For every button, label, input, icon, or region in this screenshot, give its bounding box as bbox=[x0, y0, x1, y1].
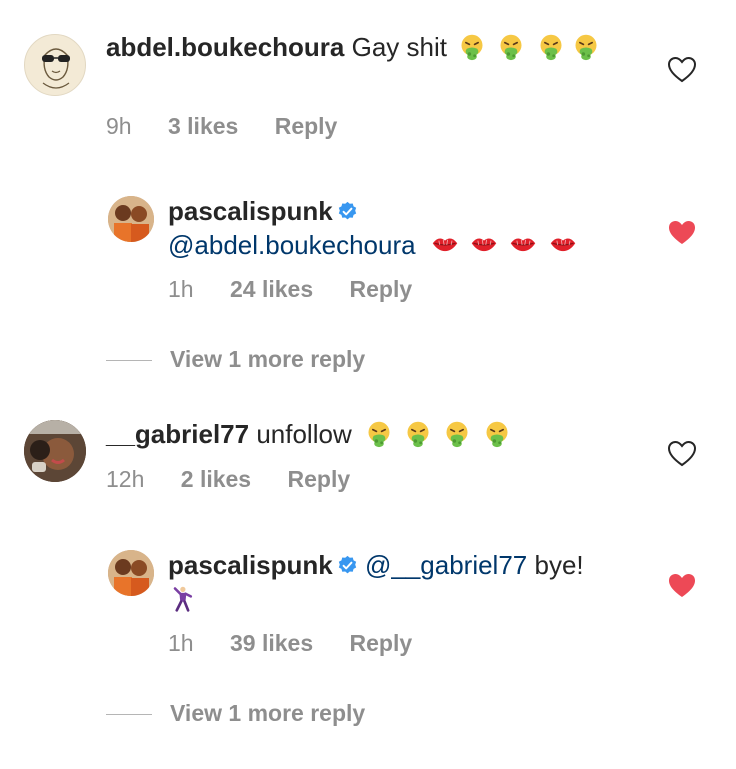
view-more-replies[interactable]: View 1 more reply bbox=[106, 346, 365, 373]
reply-likes[interactable]: 39 likes bbox=[230, 630, 313, 656]
comment-text: unfollow bbox=[256, 419, 352, 449]
vomit-emoji-icon bbox=[537, 33, 565, 61]
vomit-emoji-icon bbox=[458, 33, 486, 61]
vomit-emoji-icon bbox=[443, 420, 471, 448]
comment-body: abdel.boukechoura Gay shit bbox=[106, 30, 626, 64]
reply-username[interactable]: pascalispunk bbox=[168, 550, 333, 580]
kiss-mark-icon bbox=[509, 231, 537, 259]
reply-body: pascalispunk @__gabriel77 bye! bbox=[168, 548, 648, 616]
reply-meta: 1h 24 likes Reply bbox=[168, 276, 442, 303]
avatar[interactable] bbox=[24, 34, 86, 96]
avatar[interactable] bbox=[108, 550, 154, 596]
view-more-label[interactable]: View 1 more reply bbox=[170, 346, 365, 372]
verified-badge-icon bbox=[337, 201, 358, 222]
verified-badge-icon bbox=[337, 555, 358, 576]
heart-filled-icon[interactable] bbox=[668, 220, 696, 246]
comment-body: __gabriel77 unfollow bbox=[106, 417, 626, 451]
reply-button[interactable]: Reply bbox=[275, 113, 338, 139]
comment-time: 9h bbox=[106, 113, 132, 139]
heart-outline-icon[interactable] bbox=[668, 441, 696, 467]
kiss-mark-icon bbox=[549, 231, 577, 259]
reply-body: pascalispunk @abdel.boukechoura bbox=[168, 194, 648, 262]
vomit-emoji-icon bbox=[483, 420, 511, 448]
comment-username[interactable]: __gabriel77 bbox=[106, 419, 249, 449]
vomit-emoji-icon bbox=[497, 33, 525, 61]
heart-filled-icon[interactable] bbox=[668, 573, 696, 599]
comment-likes[interactable]: 2 likes bbox=[181, 466, 251, 492]
view-more-replies[interactable]: View 1 more reply bbox=[106, 700, 365, 727]
reply-button[interactable]: Reply bbox=[288, 466, 351, 492]
reply-time: 1h bbox=[168, 276, 194, 302]
view-more-label[interactable]: View 1 more reply bbox=[170, 700, 365, 726]
reply-mention[interactable]: @abdel.boukechoura bbox=[168, 230, 416, 260]
reply-time: 1h bbox=[168, 630, 194, 656]
divider-line bbox=[106, 360, 152, 362]
comment-time: 12h bbox=[106, 466, 145, 492]
avatar[interactable] bbox=[24, 420, 86, 482]
comment-text: Gay shit bbox=[351, 32, 447, 62]
reply-text: bye! bbox=[534, 550, 584, 580]
reply-meta: 1h 39 likes Reply bbox=[168, 630, 442, 657]
comment-meta: 12h 2 likes Reply bbox=[106, 466, 380, 493]
vomit-emoji-icon bbox=[572, 33, 600, 61]
kiss-mark-icon bbox=[431, 231, 459, 259]
reply-mention[interactable]: @__gabriel77 bbox=[365, 550, 527, 580]
vomit-emoji-icon bbox=[404, 420, 432, 448]
reply-button[interactable]: Reply bbox=[350, 630, 413, 656]
reply-button[interactable]: Reply bbox=[350, 276, 413, 302]
reply-username[interactable]: pascalispunk bbox=[168, 196, 333, 226]
comment-likes[interactable]: 3 likes bbox=[168, 113, 238, 139]
comment-username[interactable]: abdel.boukechoura bbox=[106, 32, 344, 62]
heart-outline-icon[interactable] bbox=[668, 57, 696, 83]
kiss-mark-icon bbox=[470, 231, 498, 259]
avatar[interactable] bbox=[108, 196, 154, 242]
reply-likes[interactable]: 24 likes bbox=[230, 276, 313, 302]
comment-meta: 9h 3 likes Reply bbox=[106, 113, 367, 140]
divider-line bbox=[106, 714, 152, 716]
vomit-emoji-icon bbox=[365, 420, 393, 448]
man-dancing-icon bbox=[168, 585, 196, 613]
